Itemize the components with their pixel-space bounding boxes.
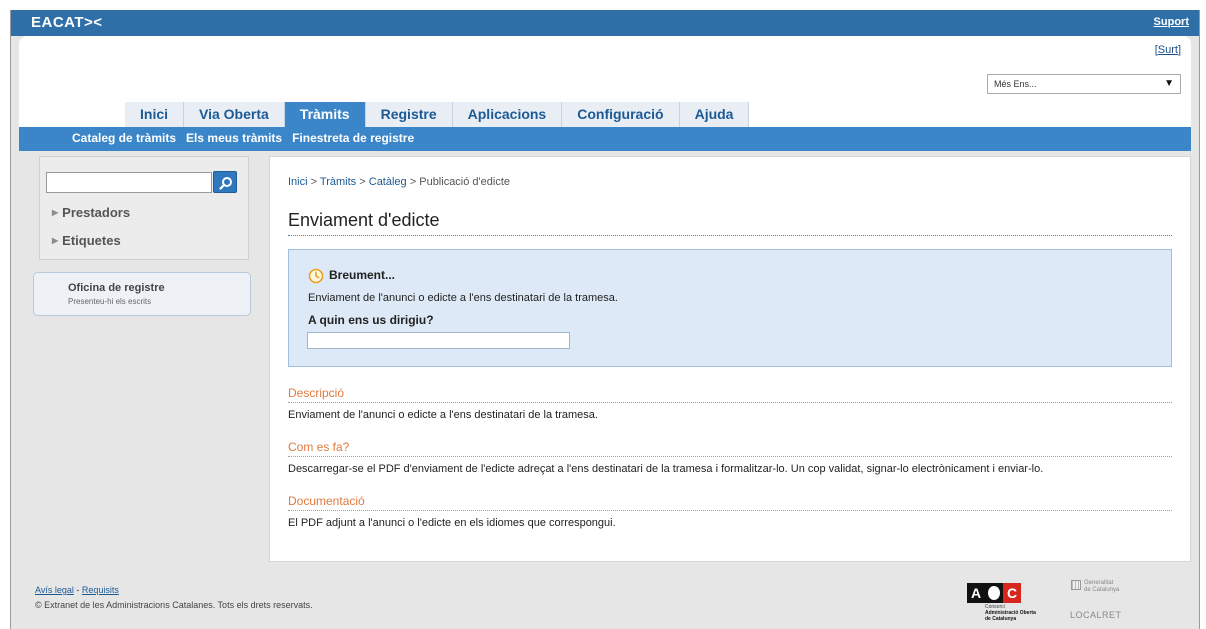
breadcrumb-tramits[interactable]: Tràmits xyxy=(320,176,356,188)
aoc-logo[interactable]: A C Consorci Administració Oberta de Cat… xyxy=(967,583,1037,629)
generalitat-emblem-icon xyxy=(1071,580,1081,590)
tab-registre[interactable]: Registre xyxy=(365,102,453,127)
copyright-text: © Extranet de les Administracions Catala… xyxy=(35,600,313,610)
tab-inici[interactable]: Inici xyxy=(125,102,185,127)
page-title: Enviament d'edicte xyxy=(288,210,440,230)
logout-link[interactable]: [Surt] xyxy=(1155,44,1181,56)
top-bar: EACAT>< Suport xyxy=(11,10,1199,36)
generalitat-line-2: de Catalunya xyxy=(1084,587,1120,593)
triangle-right-icon: ▶ xyxy=(52,208,59,217)
section-documentacio-text: El PDF adjunt a l'anunci o l'edicte en e… xyxy=(288,517,616,529)
generalitat-logo[interactable]: Generalitat de Catalunya xyxy=(1071,580,1119,594)
support-link[interactable]: Suport xyxy=(1154,16,1189,28)
aoc-logo-text: Consorci Administració Oberta de Catalun… xyxy=(985,604,1045,622)
aoc-mark-o xyxy=(985,583,1003,603)
aoc-logo-mark: A C xyxy=(967,583,1021,603)
section-divider xyxy=(288,402,1172,403)
search-button[interactable] xyxy=(213,171,237,193)
triangle-right-icon: ▶ xyxy=(52,236,59,245)
tab-aplicacions[interactable]: Aplicacions xyxy=(452,102,563,127)
aoc-mark-c: C xyxy=(1003,583,1021,603)
eacat-logo[interactable]: EACAT>< xyxy=(31,14,103,31)
breadcrumb-cataleg[interactable]: Catàleg xyxy=(369,176,407,188)
breadcrumb-separator: > xyxy=(310,176,318,188)
footer-links: Avís legal - Requisits xyxy=(35,585,119,595)
generalitat-line-1: Generalitat xyxy=(1084,580,1114,586)
sidebar-item-prestadors[interactable]: ▶ Prestadors xyxy=(52,205,130,220)
section-divider xyxy=(288,456,1172,457)
tab-ajuda[interactable]: Ajuda xyxy=(679,102,750,127)
search-icon xyxy=(219,177,232,190)
section-com-es-fa-title: Com es fa? xyxy=(288,440,350,454)
destinatari-input[interactable] xyxy=(307,332,570,349)
logout-label[interactable]: Surt xyxy=(1158,44,1178,56)
ens-select[interactable]: Més Ens... ▼ xyxy=(987,74,1181,94)
subnav-meus-tramits[interactable]: Els meus tràmits xyxy=(181,127,287,151)
sidebar-item-label: Etiquetes xyxy=(62,233,121,248)
breument-title: Breument... xyxy=(329,268,396,282)
section-documentacio-title: Documentació xyxy=(288,494,365,508)
aoc-mark-a: A xyxy=(967,583,985,603)
sidebar-item-etiquetes[interactable]: ▶ Etiquetes xyxy=(52,233,121,248)
tab-tramits[interactable]: Tràmits xyxy=(284,102,366,127)
header: [Surt] Més Ens... ▼ Inici Via Oberta Trà… xyxy=(19,36,1191,127)
clock-icon xyxy=(308,268,324,284)
sub-navigation: Cataleg de tràmits Els meus tràmits Fine… xyxy=(19,127,1191,151)
section-divider xyxy=(288,510,1172,511)
title-divider xyxy=(288,235,1172,236)
localret-logo[interactable]: LOCALRET xyxy=(1070,610,1122,620)
main-content: Inici > Tràmits > Catàleg > Publicació d… xyxy=(269,156,1191,562)
breadcrumb-inici[interactable]: Inici xyxy=(288,176,308,188)
breument-box: Breument... Enviament de l'anunci o edic… xyxy=(288,249,1172,367)
chevron-down-icon: ▼ xyxy=(1164,78,1174,89)
subnav-cataleg-tramits[interactable]: Cataleg de tràmits xyxy=(67,127,181,151)
breadcrumb-separator: > xyxy=(359,176,366,188)
aoc-line-3: de Catalunya xyxy=(985,616,1017,622)
section-descripcio-text: Enviament de l'anunci o edicte a l'ens d… xyxy=(288,409,598,421)
main-tabs: Inici Via Oberta Tràmits Registre Aplica… xyxy=(125,102,750,127)
oficina-subtitle: Presenteu-hi els escrits xyxy=(68,297,152,306)
breadcrumb: Inici > Tràmits > Catàleg > Publicació d… xyxy=(288,176,510,188)
breadcrumb-separator: > xyxy=(409,176,417,188)
tab-configuracio[interactable]: Configuració xyxy=(562,102,680,127)
breument-text: Enviament de l'anunci o edicte a l'ens d… xyxy=(308,292,618,304)
tab-via-oberta[interactable]: Via Oberta xyxy=(184,102,285,127)
oficina-registre-card[interactable]: Oficina de registre Presenteu-hi els esc… xyxy=(33,272,251,316)
footer-separator: - xyxy=(73,585,82,595)
legal-notice-link[interactable]: Avís legal xyxy=(35,585,74,595)
sidebar-search-panel: ▶ Prestadors ▶ Etiquetes xyxy=(39,156,249,260)
section-descripcio-title: Descripció xyxy=(288,386,345,400)
search-input[interactable] xyxy=(46,172,212,193)
requirements-link[interactable]: Requisits xyxy=(82,585,119,595)
destinatari-label: A quin ens us dirigiu? xyxy=(308,313,434,327)
section-com-es-fa-text: Descarregar-se el PDF d'enviament de l'e… xyxy=(288,463,1044,475)
subnav-finestreta-registre[interactable]: Finestreta de registre xyxy=(287,127,419,151)
page-frame: EACAT>< Suport [Surt] Més Ens... ▼ Inici… xyxy=(10,10,1200,629)
oficina-title: Oficina de registre xyxy=(68,282,165,294)
sidebar-item-label: Prestadors xyxy=(62,205,131,220)
breadcrumb-current: Publicació d'edicte xyxy=(419,176,511,188)
ens-select-value: Més Ens... xyxy=(994,79,1037,89)
